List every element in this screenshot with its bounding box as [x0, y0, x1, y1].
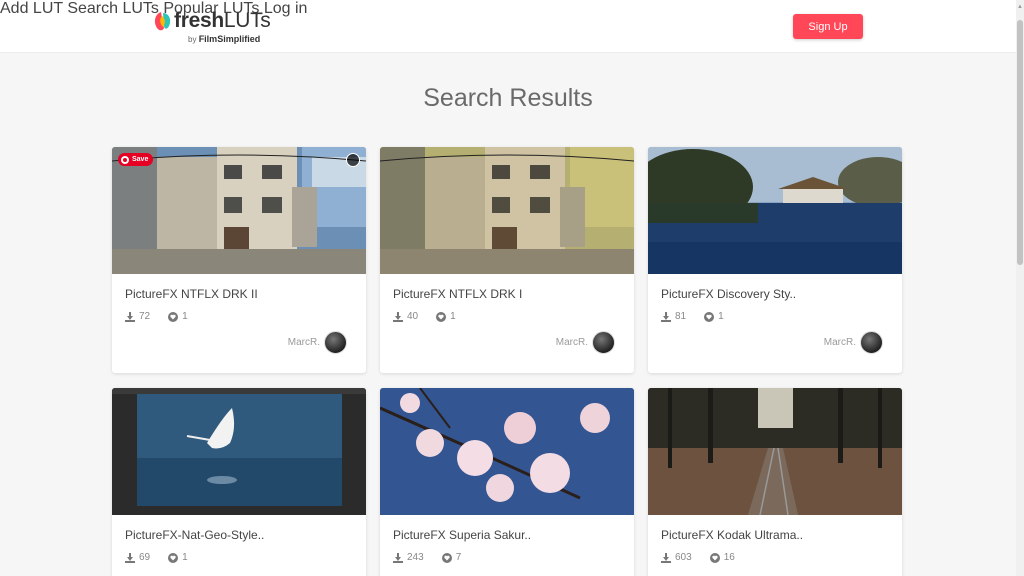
vertical-scrollbar[interactable]: ▲	[1016, 0, 1024, 576]
scroll-up-arrow-icon[interactable]: ▲	[1017, 4, 1023, 10]
site-header: freshLUTs by FilmSimplified Add LUT Sear…	[0, 0, 1016, 53]
download-icon	[125, 552, 135, 563]
lut-card[interactable]: PictureFX Superia Sakur.. 243 7	[380, 388, 634, 576]
pinterest-icon	[121, 155, 129, 164]
heart-icon	[436, 311, 447, 322]
logo-mark-icon	[154, 12, 171, 31]
scrollbar-thumb[interactable]	[1017, 20, 1023, 265]
author-name[interactable]: MarcR.	[824, 337, 856, 348]
lut-title[interactable]: PictureFX-Nat-Geo-Style..	[125, 528, 264, 542]
lake-photo	[648, 147, 902, 274]
lut-thumbnail[interactable]	[648, 147, 902, 274]
like-count: 16	[723, 552, 735, 563]
lut-title[interactable]: PictureFX NTFLX DRK I	[393, 287, 522, 301]
street-photo	[112, 147, 366, 274]
download-icon	[125, 311, 135, 322]
lut-title[interactable]: PictureFX Kodak Ultrama..	[661, 528, 803, 542]
download-icon	[661, 311, 671, 322]
like-count: 1	[182, 311, 188, 322]
visual-search-icon[interactable]	[346, 153, 360, 167]
download-count: 603	[675, 552, 692, 563]
heart-icon	[441, 552, 452, 563]
lut-thumbnail[interactable]	[380, 388, 634, 515]
sign-up-button[interactable]: Sign Up	[793, 14, 863, 39]
lut-thumbnail[interactable]: Save	[112, 147, 366, 274]
lut-stats: 243 7	[393, 552, 479, 563]
download-icon	[393, 552, 403, 563]
logo[interactable]: freshLUTs by FilmSimplified	[152, 9, 271, 45]
lut-thumbnail[interactable]	[112, 388, 366, 515]
logo-byline: by FilmSimplified	[188, 34, 261, 44]
page-title: Search Results	[423, 84, 593, 112]
egret-photo	[112, 388, 366, 515]
lut-stats: 69 1	[125, 552, 206, 563]
pinterest-save-button[interactable]: Save	[118, 153, 154, 166]
like-count: 1	[450, 311, 456, 322]
lut-stats: 72 1	[125, 311, 206, 322]
download-icon	[661, 552, 671, 563]
lut-card[interactable]: PictureFX Kodak Ultrama.. 603 16	[648, 388, 902, 576]
nav-add-lut[interactable]: Add LUT	[0, 0, 63, 17]
lut-title[interactable]: PictureFX Discovery Sty..	[661, 287, 796, 301]
heart-icon	[168, 552, 179, 563]
author-avatar[interactable]	[324, 331, 347, 354]
download-count: 81	[675, 311, 687, 322]
download-count: 72	[139, 311, 151, 322]
author-avatar[interactable]	[592, 331, 615, 354]
lut-card[interactable]: PictureFX Discovery Sty.. 81 1 MarcR.	[648, 147, 902, 373]
heart-icon	[704, 311, 715, 322]
lut-stats: 81 1	[661, 311, 742, 322]
lut-title[interactable]: PictureFX NTFLX DRK II	[125, 287, 258, 301]
lut-thumbnail[interactable]	[380, 147, 634, 274]
author-name[interactable]: MarcR.	[556, 337, 588, 348]
cherry-blossom-photo	[380, 388, 634, 515]
heart-icon	[168, 311, 179, 322]
author-name[interactable]: MarcR.	[288, 337, 320, 348]
forest-railway-photo	[648, 388, 902, 515]
author-avatar[interactable]	[860, 331, 883, 354]
download-count: 69	[139, 552, 151, 563]
lut-card[interactable]: PictureFX-Nat-Geo-Style.. 69 1	[112, 388, 366, 576]
lut-card[interactable]: PictureFX NTFLX DRK I 40 1 MarcR.	[380, 147, 634, 373]
logo-text: freshLUTs	[174, 9, 271, 32]
street-photo-graded	[380, 147, 634, 274]
lut-card[interactable]: Save PictureFX NTFLX DRK II 72 1 MarcR.	[112, 147, 366, 373]
nav-search-luts[interactable]: Search LUTs	[67, 0, 159, 17]
download-icon	[393, 311, 403, 322]
lut-thumbnail[interactable]	[648, 388, 902, 515]
heart-icon	[709, 552, 720, 563]
lut-stats: 40 1	[393, 311, 474, 322]
download-count: 243	[407, 552, 424, 563]
like-count: 7	[455, 552, 462, 563]
like-count: 1	[718, 311, 724, 322]
like-count: 1	[182, 552, 188, 563]
lut-title[interactable]: PictureFX Superia Sakur..	[393, 528, 531, 542]
download-count: 40	[407, 311, 419, 322]
lut-stats: 603 16	[661, 552, 753, 563]
